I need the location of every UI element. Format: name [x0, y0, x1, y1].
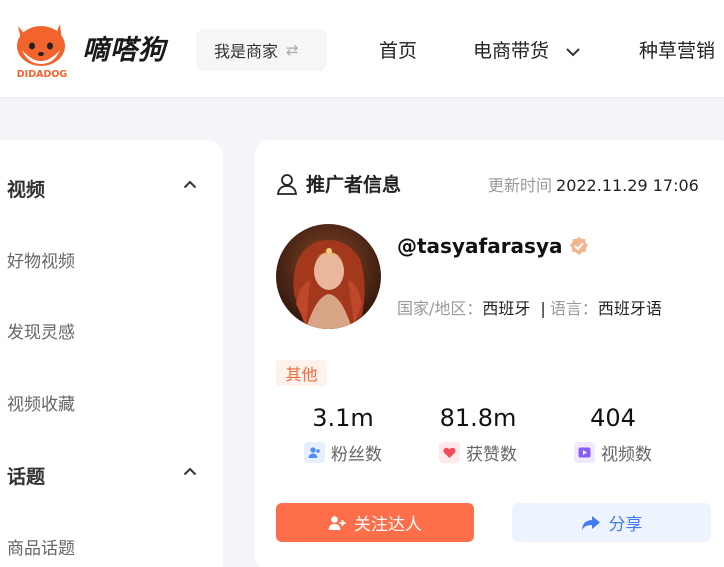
language-value: 西班牙语: [597, 299, 662, 318]
avatar[interactable]: [276, 224, 381, 329]
chevron-up-icon[interactable]: [183, 467, 197, 476]
stat-likes-value: 81.8m: [439, 404, 517, 432]
follow-creator-button[interactable]: 关注达人: [276, 503, 474, 542]
follow-creator-label: 关注达人: [354, 515, 422, 535]
stat-likes-label-row: 获赞数: [418, 440, 538, 465]
video-icon: [574, 442, 595, 463]
merchant-switch-button[interactable]: 我是商家 ⇄: [196, 29, 327, 71]
chevron-up-icon[interactable]: [183, 180, 197, 189]
sidebar: 视频 好物视频 发现灵感 视频收藏 话题 商品话题: [0, 140, 223, 567]
card-title: 推广者信息: [276, 170, 401, 197]
sidebar-item-inspiration[interactable]: 发现灵感: [7, 318, 75, 343]
category-tag: 其他: [276, 360, 327, 386]
sidebar-item-good-videos[interactable]: 好物视频: [7, 247, 75, 272]
nav-ecommerce[interactable]: 电商带货: [473, 36, 581, 63]
sidebar-item-video-favorites[interactable]: 视频收藏: [7, 390, 75, 415]
nav-home[interactable]: 首页: [379, 36, 417, 63]
promoter-info-card: 推广者信息 更新时间 2022.11.29 17:06 @tasyafarasya…: [254, 140, 724, 567]
verified-badge-icon: [569, 237, 588, 255]
promoter-handle-text: @tasyafarasya: [397, 234, 563, 258]
card-title-text: 推广者信息: [306, 174, 402, 196]
country-label: 国家/地区：: [397, 299, 483, 318]
nav-seeding-marketing[interactable]: 种草营销: [639, 36, 715, 63]
stat-fans-value: 3.1m: [312, 404, 374, 432]
language-label: 语言：: [549, 299, 598, 318]
didadog-logo[interactable]: DIDADOG: [8, 14, 76, 80]
stat-likes-label: 获赞数: [466, 445, 517, 465]
stat-videos-label-row: 视频数: [553, 440, 673, 465]
promoter-meta: 国家/地区：西班牙 | 语言：西班牙语: [397, 295, 662, 319]
update-time-label: 更新时间: [488, 176, 553, 195]
top-navigation-bar: DIDADOG 嘀嗒狗 我是商家 ⇄ 首页 电商带货 种草营销: [0, 0, 724, 98]
svg-text:DIDADOG: DIDADOG: [17, 69, 68, 80]
share-icon: [581, 515, 600, 530]
share-label: 分享: [608, 515, 643, 535]
user-icon: [276, 173, 298, 195]
brand-name[interactable]: 嘀嗒狗: [82, 28, 166, 67]
stat-fans-label: 粉丝数: [331, 445, 382, 465]
country-value: 西班牙: [482, 299, 531, 318]
merchant-switch-label: 我是商家: [214, 42, 279, 61]
promoter-handle[interactable]: @tasyafarasya: [397, 234, 589, 258]
share-button[interactable]: 分享: [512, 503, 711, 542]
stat-likes: 81.8m 获赞数: [418, 404, 538, 465]
stat-videos: 404 视频数: [553, 404, 673, 465]
sidebar-item-product-topics[interactable]: 商品话题: [7, 534, 75, 559]
stat-videos-value: 404: [590, 404, 636, 432]
update-time: 更新时间 2022.11.29 17:06: [488, 172, 699, 196]
stat-fans-label-row: 粉丝数: [283, 440, 403, 465]
nav-ecommerce-label: 电商带货: [473, 40, 550, 62]
sidebar-group-video[interactable]: 视频: [7, 175, 45, 202]
stat-fans: 3.1m 粉丝数: [283, 404, 403, 465]
swap-icon: ⇄: [286, 41, 299, 59]
meta-separator: |: [540, 299, 546, 318]
add-user-icon: [328, 515, 346, 530]
stat-videos-label: 视频数: [601, 445, 652, 465]
sidebar-group-topic[interactable]: 话题: [7, 462, 45, 489]
update-time-value: 2022.11.29 17:06: [556, 176, 699, 195]
fans-icon: [304, 442, 325, 463]
chevron-down-icon: [566, 47, 580, 56]
heart-icon: [439, 442, 460, 463]
